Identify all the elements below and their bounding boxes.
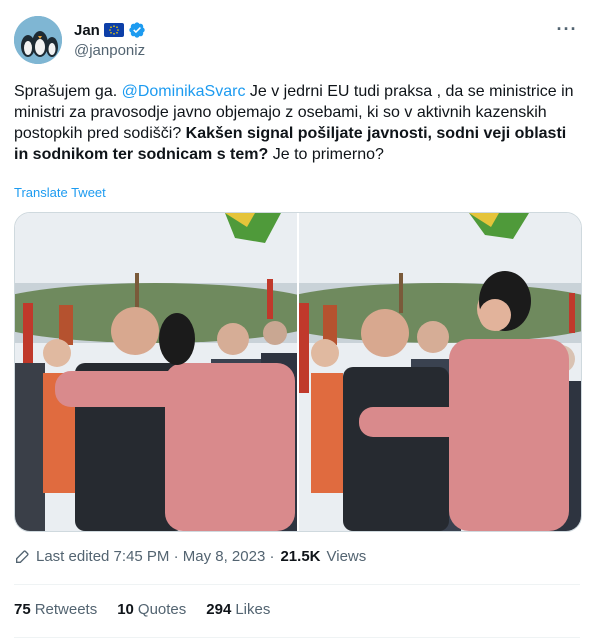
avatar[interactable]	[14, 16, 62, 64]
tweet-photo-left[interactable]	[15, 213, 297, 531]
tweet-stats: 75 Retweets 10 Quotes 294 Likes	[14, 601, 270, 618]
likes-label: Likes	[235, 601, 271, 618]
more-options-icon[interactable]: ···	[556, 20, 578, 44]
tweet-text: Sprašujem ga. @DominikaSvarc Je v jedrni…	[14, 81, 574, 165]
tweet-text-part: Sprašujem ga.	[14, 83, 122, 100]
tweet-header: Jan @janponiz ···	[14, 14, 580, 66]
tweet-photo-right[interactable]	[299, 213, 581, 531]
views-count: 21.5K	[280, 548, 321, 565]
likes-stat[interactable]: 294 Likes	[206, 601, 270, 618]
translate-tweet-link[interactable]: Translate Tweet	[14, 185, 106, 200]
quotes-count: 10	[117, 601, 134, 618]
user-handle[interactable]: @janponiz	[74, 42, 146, 59]
divider	[14, 584, 580, 585]
retweets-stat[interactable]: 75 Retweets	[14, 601, 97, 618]
mention-link[interactable]: @DominikaSvarc	[122, 83, 246, 100]
views-label: Views	[326, 548, 367, 565]
tweet-media	[14, 212, 582, 532]
display-name[interactable]: Jan	[74, 22, 100, 39]
divider	[14, 637, 580, 638]
likes-count: 294	[206, 601, 232, 618]
edited-timestamp[interactable]: Last edited 7:45 PM · May 8, 2023 ·	[36, 548, 274, 565]
verified-badge-icon[interactable]	[128, 21, 146, 39]
quotes-label: Quotes	[137, 601, 187, 618]
tweet-meta: Last edited 7:45 PM · May 8, 2023 · 21.5…	[14, 548, 366, 565]
retweets-count: 75	[14, 601, 31, 618]
retweets-label: Retweets	[34, 601, 98, 618]
eu-flag-icon	[103, 23, 124, 37]
edited-pencil-icon[interactable]	[14, 549, 30, 565]
tweet-text-part: Je to primerno?	[268, 146, 384, 163]
quotes-stat[interactable]: 10 Quotes	[117, 601, 186, 618]
